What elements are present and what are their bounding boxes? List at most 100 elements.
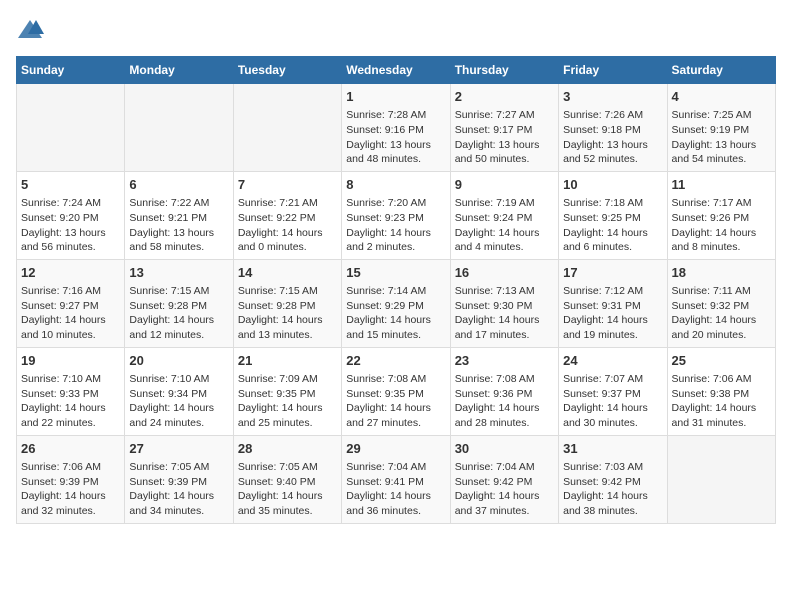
day-info: Sunset: 9:39 PM	[129, 475, 228, 490]
day-number: 10	[563, 176, 662, 194]
calendar-cell: 15Sunrise: 7:14 AMSunset: 9:29 PMDayligh…	[342, 259, 450, 347]
day-info: Sunset: 9:39 PM	[21, 475, 120, 490]
day-info: Sunrise: 7:06 AM	[21, 460, 120, 475]
calendar-cell: 22Sunrise: 7:08 AMSunset: 9:35 PMDayligh…	[342, 347, 450, 435]
header-tuesday: Tuesday	[233, 57, 341, 84]
day-info: Sunrise: 7:15 AM	[238, 284, 337, 299]
day-info: Sunrise: 7:05 AM	[238, 460, 337, 475]
day-number: 24	[563, 352, 662, 370]
day-info: Sunset: 9:34 PM	[129, 387, 228, 402]
day-number: 12	[21, 264, 120, 282]
day-number: 30	[455, 440, 554, 458]
header-sunday: Sunday	[17, 57, 125, 84]
day-number: 11	[672, 176, 771, 194]
day-info: Sunrise: 7:04 AM	[455, 460, 554, 475]
day-info: Sunrise: 7:09 AM	[238, 372, 337, 387]
day-info: Daylight: 14 hours and 2 minutes.	[346, 226, 445, 255]
header-row: SundayMondayTuesdayWednesdayThursdayFrid…	[17, 57, 776, 84]
calendar-cell	[17, 84, 125, 172]
header-friday: Friday	[559, 57, 667, 84]
day-number: 2	[455, 88, 554, 106]
logo-icon	[16, 16, 44, 44]
day-number: 29	[346, 440, 445, 458]
day-number: 5	[21, 176, 120, 194]
day-info: Sunrise: 7:06 AM	[672, 372, 771, 387]
day-number: 8	[346, 176, 445, 194]
day-number: 3	[563, 88, 662, 106]
day-number: 13	[129, 264, 228, 282]
day-info: Daylight: 14 hours and 30 minutes.	[563, 401, 662, 430]
day-info: Sunset: 9:32 PM	[672, 299, 771, 314]
day-number: 7	[238, 176, 337, 194]
day-info: Daylight: 14 hours and 8 minutes.	[672, 226, 771, 255]
day-info: Sunrise: 7:20 AM	[346, 196, 445, 211]
day-info: Daylight: 14 hours and 13 minutes.	[238, 313, 337, 342]
calendar-cell: 2Sunrise: 7:27 AMSunset: 9:17 PMDaylight…	[450, 84, 558, 172]
calendar-cell: 5Sunrise: 7:24 AMSunset: 9:20 PMDaylight…	[17, 171, 125, 259]
day-number: 20	[129, 352, 228, 370]
day-number: 31	[563, 440, 662, 458]
day-number: 19	[21, 352, 120, 370]
calendar-week-1: 1Sunrise: 7:28 AMSunset: 9:16 PMDaylight…	[17, 84, 776, 172]
day-info: Sunrise: 7:28 AM	[346, 108, 445, 123]
calendar-cell: 30Sunrise: 7:04 AMSunset: 9:42 PMDayligh…	[450, 435, 558, 523]
day-number: 4	[672, 88, 771, 106]
calendar-cell: 25Sunrise: 7:06 AMSunset: 9:38 PMDayligh…	[667, 347, 775, 435]
day-info: Sunrise: 7:16 AM	[21, 284, 120, 299]
day-info: Sunset: 9:19 PM	[672, 123, 771, 138]
day-info: Sunset: 9:17 PM	[455, 123, 554, 138]
day-info: Daylight: 13 hours and 48 minutes.	[346, 138, 445, 167]
day-info: Sunset: 9:35 PM	[346, 387, 445, 402]
day-info: Sunset: 9:20 PM	[21, 211, 120, 226]
day-info: Sunrise: 7:26 AM	[563, 108, 662, 123]
day-info: Sunrise: 7:10 AM	[129, 372, 228, 387]
day-info: Daylight: 14 hours and 27 minutes.	[346, 401, 445, 430]
day-info: Sunset: 9:24 PM	[455, 211, 554, 226]
day-number: 17	[563, 264, 662, 282]
day-info: Daylight: 14 hours and 25 minutes.	[238, 401, 337, 430]
calendar-cell	[667, 435, 775, 523]
day-info: Sunrise: 7:10 AM	[21, 372, 120, 387]
day-info: Daylight: 14 hours and 17 minutes.	[455, 313, 554, 342]
day-number: 6	[129, 176, 228, 194]
calendar-cell: 3Sunrise: 7:26 AMSunset: 9:18 PMDaylight…	[559, 84, 667, 172]
calendar-cell: 18Sunrise: 7:11 AMSunset: 9:32 PMDayligh…	[667, 259, 775, 347]
day-info: Daylight: 14 hours and 15 minutes.	[346, 313, 445, 342]
day-info: Sunrise: 7:21 AM	[238, 196, 337, 211]
day-number: 18	[672, 264, 771, 282]
calendar-cell: 31Sunrise: 7:03 AMSunset: 9:42 PMDayligh…	[559, 435, 667, 523]
day-info: Sunrise: 7:17 AM	[672, 196, 771, 211]
day-info: Daylight: 13 hours and 54 minutes.	[672, 138, 771, 167]
calendar-cell: 4Sunrise: 7:25 AMSunset: 9:19 PMDaylight…	[667, 84, 775, 172]
day-info: Daylight: 14 hours and 22 minutes.	[21, 401, 120, 430]
calendar-cell: 17Sunrise: 7:12 AMSunset: 9:31 PMDayligh…	[559, 259, 667, 347]
day-info: Sunrise: 7:27 AM	[455, 108, 554, 123]
day-info: Daylight: 14 hours and 4 minutes.	[455, 226, 554, 255]
day-info: Daylight: 14 hours and 32 minutes.	[21, 489, 120, 518]
day-number: 14	[238, 264, 337, 282]
day-info: Sunrise: 7:22 AM	[129, 196, 228, 211]
day-info: Sunset: 9:28 PM	[129, 299, 228, 314]
calendar-week-4: 19Sunrise: 7:10 AMSunset: 9:33 PMDayligh…	[17, 347, 776, 435]
day-info: Sunrise: 7:08 AM	[455, 372, 554, 387]
day-info: Daylight: 14 hours and 36 minutes.	[346, 489, 445, 518]
day-number: 1	[346, 88, 445, 106]
calendar-cell: 13Sunrise: 7:15 AMSunset: 9:28 PMDayligh…	[125, 259, 233, 347]
day-info: Daylight: 14 hours and 35 minutes.	[238, 489, 337, 518]
header-thursday: Thursday	[450, 57, 558, 84]
day-info: Sunrise: 7:14 AM	[346, 284, 445, 299]
calendar-cell: 26Sunrise: 7:06 AMSunset: 9:39 PMDayligh…	[17, 435, 125, 523]
day-info: Sunset: 9:40 PM	[238, 475, 337, 490]
day-info: Daylight: 13 hours and 52 minutes.	[563, 138, 662, 167]
day-info: Sunset: 9:21 PM	[129, 211, 228, 226]
calendar-cell: 9Sunrise: 7:19 AMSunset: 9:24 PMDaylight…	[450, 171, 558, 259]
day-info: Daylight: 14 hours and 31 minutes.	[672, 401, 771, 430]
day-info: Sunset: 9:29 PM	[346, 299, 445, 314]
day-info: Sunset: 9:41 PM	[346, 475, 445, 490]
day-info: Daylight: 14 hours and 6 minutes.	[563, 226, 662, 255]
calendar-cell: 11Sunrise: 7:17 AMSunset: 9:26 PMDayligh…	[667, 171, 775, 259]
day-info: Sunset: 9:30 PM	[455, 299, 554, 314]
day-info: Sunset: 9:28 PM	[238, 299, 337, 314]
day-info: Sunrise: 7:18 AM	[563, 196, 662, 211]
day-info: Sunrise: 7:07 AM	[563, 372, 662, 387]
